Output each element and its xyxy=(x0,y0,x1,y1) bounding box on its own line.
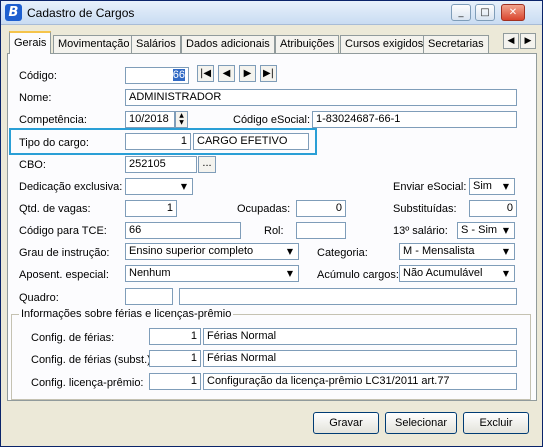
title-bar[interactable]: B Cadastro de Cargos _ □ ✕ xyxy=(1,1,542,25)
tab-scroll-left-icon[interactable]: ◀ xyxy=(503,33,519,49)
codigo-esocial-label: Código eSocial: xyxy=(233,114,311,126)
config-licenca-label: Config. licença-prêmio: xyxy=(31,377,144,389)
competencia-spinner[interactable]: ▲ ▼ xyxy=(175,111,188,128)
dropdown-arrow-icon[interactable]: ▼ xyxy=(499,180,513,193)
selecionar-button[interactable]: Selecionar xyxy=(385,412,457,434)
tab-atribuicoes[interactable]: Atribuições xyxy=(275,35,340,53)
dedicacao-label: Dedicação exclusiva: xyxy=(19,181,123,193)
competencia-label: Competência: xyxy=(19,114,87,126)
dropdown-arrow-icon[interactable]: ▼ xyxy=(499,267,513,280)
grau-instrucao-label: Grau de instrução: xyxy=(19,247,110,259)
tce-input[interactable]: 66 xyxy=(125,222,241,239)
window-title: Cadastro de Cargos xyxy=(27,6,135,20)
ocupadas-input[interactable]: 0 xyxy=(296,200,346,217)
acumulo-cargos-label: Acúmulo cargos: xyxy=(317,269,399,281)
categoria-label: Categoria: xyxy=(317,247,368,259)
nav-prev-icon[interactable]: ◀ xyxy=(218,65,235,82)
dropdown-arrow-icon[interactable]: ▼ xyxy=(499,245,513,258)
dropdown-arrow-icon[interactable]: ▼ xyxy=(499,224,513,237)
tab-secretarias[interactable]: Secretarias xyxy=(423,35,489,53)
tce-label: Código para TCE: xyxy=(19,225,107,237)
cbo-lookup-button[interactable]: ... xyxy=(198,156,216,173)
spin-up-icon[interactable]: ▲ xyxy=(176,112,187,119)
config-ferias-subst-desc: Férias Normal xyxy=(203,350,517,367)
config-ferias-label: Config. de férias: xyxy=(31,332,115,344)
minimize-button[interactable]: _ xyxy=(451,4,471,21)
enviar-esocial-value: Sim xyxy=(473,180,492,192)
cbo-label: CBO: xyxy=(19,159,46,171)
tab-movimentacao[interactable]: Movimentação xyxy=(53,35,135,53)
grau-instrucao-value: Ensino superior completo xyxy=(129,245,254,257)
aposent-especial-value: Nenhum xyxy=(129,267,171,279)
decimo-terceiro-label: 13º salário: xyxy=(393,225,448,237)
config-ferias-code-input[interactable]: 1 xyxy=(149,328,201,345)
enviar-esocial-select[interactable]: Sim ▼ xyxy=(469,178,515,195)
competencia-input[interactable]: 10/2018 xyxy=(125,111,175,128)
excluir-button[interactable]: Excluir xyxy=(463,412,529,434)
decimo-terceiro-select[interactable]: S - Sim ▼ xyxy=(457,222,515,239)
ferias-group-title: Informações sobre férias e licenças-prêm… xyxy=(19,308,234,320)
substituidas-input[interactable]: 0 xyxy=(469,200,517,217)
tab-strip: Gerais Movimentação Salários Dados adici… xyxy=(7,31,537,54)
qtd-vagas-input[interactable]: 1 xyxy=(125,200,177,217)
gravar-button[interactable]: Gravar xyxy=(313,412,379,434)
config-ferias-desc: Férias Normal xyxy=(203,328,517,345)
nav-next-icon[interactable]: ▶ xyxy=(239,65,256,82)
dedicacao-select[interactable]: ▼ xyxy=(125,178,193,195)
decimo-terceiro-value: S - Sim xyxy=(461,224,498,236)
dropdown-arrow-icon[interactable]: ▼ xyxy=(283,245,297,258)
tipo-cargo-desc: CARGO EFETIVO xyxy=(193,133,309,150)
quadro-desc xyxy=(179,288,517,305)
nav-last-icon[interactable]: ▶| xyxy=(260,65,277,82)
tab-scroll-right-icon[interactable]: ▶ xyxy=(520,33,536,49)
nav-first-icon[interactable]: |◀ xyxy=(197,65,214,82)
categoria-select[interactable]: M - Mensalista ▼ xyxy=(399,243,515,260)
config-ferias-subst-code-input[interactable]: 1 xyxy=(149,350,201,367)
tab-cursos-exigidos[interactable]: Cursos exigidos xyxy=(340,35,429,53)
tab-gerais[interactable]: Gerais xyxy=(9,31,52,54)
codigo-input[interactable]: 66 xyxy=(125,67,189,84)
ocupadas-label: Ocupadas: xyxy=(237,203,291,215)
close-button[interactable]: ✕ xyxy=(501,4,525,21)
rol-input[interactable] xyxy=(296,222,346,239)
tab-dados-adicionais[interactable]: Dados adicionais xyxy=(181,35,275,53)
cbo-input[interactable]: 252105 xyxy=(125,156,197,173)
rol-label: Rol: xyxy=(264,225,284,237)
maximize-button[interactable]: □ xyxy=(475,4,495,21)
codigo-esocial-input[interactable]: 1-83024687-66-1 xyxy=(312,111,517,128)
spin-down-icon[interactable]: ▼ xyxy=(176,119,187,126)
nome-input[interactable]: ADMINISTRADOR xyxy=(125,89,517,106)
codigo-label: Código: xyxy=(19,70,57,82)
config-licenca-code-input[interactable]: 1 xyxy=(149,373,201,390)
app-logo-icon: B xyxy=(5,4,22,21)
aposent-especial-label: Aposent. especial: xyxy=(19,269,109,281)
tipo-cargo-label: Tipo do cargo: xyxy=(19,137,89,149)
cadastro-cargos-window: B Cadastro de Cargos _ □ ✕ Gerais Movime… xyxy=(0,0,543,447)
qtd-vagas-label: Qtd. de vagas: xyxy=(19,203,91,215)
acumulo-cargos-value: Não Acumulável xyxy=(403,267,483,279)
tab-salarios[interactable]: Salários xyxy=(131,35,181,53)
dropdown-arrow-icon[interactable]: ▼ xyxy=(177,180,191,193)
quadro-label: Quadro: xyxy=(19,292,59,304)
tipo-cargo-code-input[interactable]: 1 xyxy=(125,133,191,150)
enviar-esocial-label: Enviar eSocial: xyxy=(393,181,467,193)
aposent-especial-select[interactable]: Nenhum ▼ xyxy=(125,265,299,282)
config-ferias-subst-label: Config. de férias (subst.): xyxy=(31,354,154,366)
nome-label: Nome: xyxy=(19,92,52,104)
quadro-input[interactable] xyxy=(125,288,173,305)
acumulo-cargos-select[interactable]: Não Acumulável ▼ xyxy=(399,265,515,282)
categoria-value: M - Mensalista xyxy=(403,245,475,257)
dropdown-arrow-icon[interactable]: ▼ xyxy=(283,267,297,280)
config-licenca-desc: Configuração da licença-prêmio LC31/2011… xyxy=(203,373,517,390)
grau-instrucao-select[interactable]: Ensino superior completo ▼ xyxy=(125,243,299,260)
codigo-value: 66 xyxy=(172,69,185,81)
substituidas-label: Substituídas: xyxy=(393,203,457,215)
